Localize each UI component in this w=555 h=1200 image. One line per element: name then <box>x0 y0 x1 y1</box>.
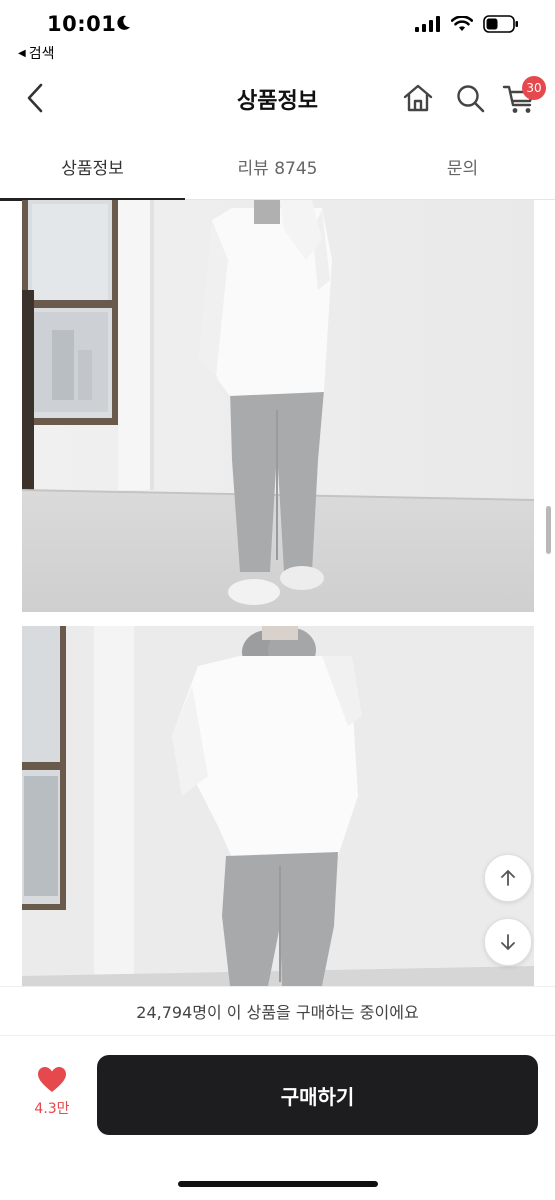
back-to-app-link[interactable]: ◀ 검색 <box>18 43 54 63</box>
like-button[interactable]: 4.3만 <box>24 1066 80 1126</box>
back-triangle-icon: ◀ <box>18 47 26 59</box>
back-app-label: 검색 <box>28 46 55 62</box>
arrow-down-icon <box>501 934 515 950</box>
home-icon <box>403 84 433 112</box>
like-count: 4.3만 <box>34 1101 70 1117</box>
header: 상품정보 <box>0 66 555 128</box>
buyers-count-banner: 24,794명이 이 상품을 구매하는 중이에요 <box>0 986 555 1036</box>
bottom-purchase-bar: 4.3만 구매하기 <box>0 1036 555 1200</box>
search-icon <box>457 85 485 113</box>
status-icons <box>415 15 519 33</box>
tab-reviews[interactable]: 리뷰 8745 <box>185 132 370 200</box>
product-photo <box>22 626 534 986</box>
search-button[interactable] <box>452 80 488 116</box>
home-indicator <box>178 1181 378 1187</box>
moon-icon <box>117 15 130 30</box>
product-photo <box>22 200 534 612</box>
scroll-top-button[interactable] <box>484 854 532 902</box>
wifi-icon <box>451 16 473 31</box>
status-bar: 10:01 ◀ 검색 <box>0 0 555 62</box>
arrow-up-icon <box>501 870 515 886</box>
home-button[interactable] <box>400 80 436 116</box>
cart-count-badge: 30 <box>522 76 546 100</box>
buyers-count-text: 24,794명이 이 상품을 구매하는 중이에요 <box>136 1003 419 1022</box>
tab-product-info[interactable]: 상품정보 <box>0 132 185 201</box>
tab-inquiry[interactable]: 문의 <box>370 132 555 200</box>
status-time: 10:01 <box>47 12 117 36</box>
heart-icon <box>38 1067 66 1092</box>
scroll-indicator[interactable] <box>546 506 551 554</box>
buy-button[interactable]: 구매하기 <box>97 1055 538 1135</box>
battery-icon <box>483 15 518 33</box>
tab-bar: 상품정보 리뷰 8745 문의 <box>0 132 555 201</box>
signal-icon <box>415 16 440 32</box>
scroll-bottom-button[interactable] <box>484 918 532 966</box>
